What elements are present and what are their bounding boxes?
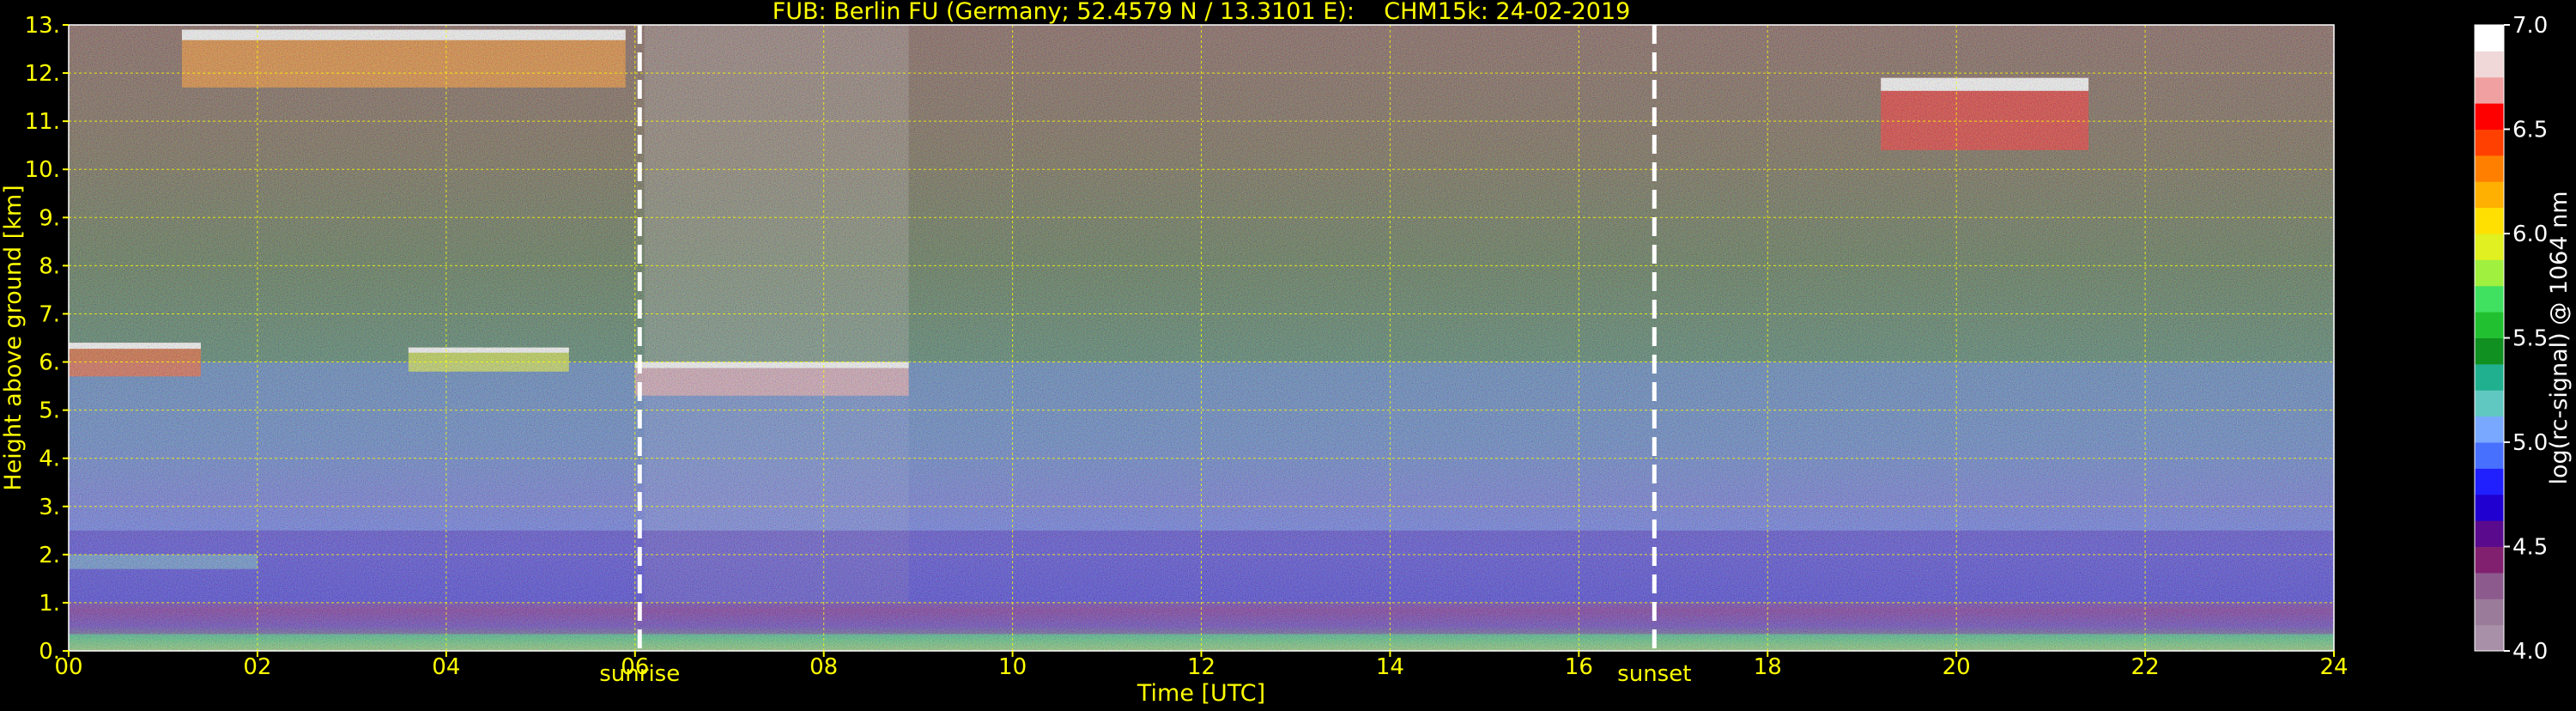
ceilometer-plot: sunrise sunset 00 02 04 06 08 10 12 14 16 18 20 22 24 0…	[0, 0, 2576, 708]
y-tick-label: 5.	[39, 398, 60, 424]
sunset-label: sunset	[1617, 661, 1691, 687]
colorbar-segment	[2475, 520, 2504, 547]
colorbar-label: log(rc-signal) @ 1064 nm	[2546, 191, 2573, 484]
x-tick-label: 18	[1754, 654, 1782, 680]
chart-title: FUB: Berlin FU (Germany; 52.4579 N / 13.…	[773, 0, 1631, 25]
colorbar-segment	[2475, 337, 2504, 365]
colorbar-segment	[2475, 234, 2504, 260]
y-tick-label: 13.	[25, 13, 60, 39]
colorbar-tick-label: 5.5	[2512, 326, 2548, 352]
x-tick-label: 04	[432, 654, 460, 680]
y-tick-label: 9.	[39, 205, 60, 231]
y-tick-label: 4.	[39, 447, 60, 472]
colorbar-segment	[2475, 207, 2504, 234]
colorbar-segment	[2475, 285, 2504, 313]
colorbar-segment	[2475, 442, 2504, 469]
colorbar-segment	[2475, 572, 2504, 599]
y-tick-label: 12.	[25, 61, 60, 87]
colorbar: 4.0 4.5 5.0 5.5 6.0 6.5 7.0 log(rc-signal) @ 10…	[2474, 13, 2573, 665]
x-tick-label: 06	[621, 654, 649, 680]
colorbar-segment	[2475, 390, 2504, 417]
colorbar-segment	[2475, 259, 2504, 287]
colorbar-segment	[2475, 51, 2504, 78]
x-tick-label: 02	[243, 654, 271, 680]
y-tick-label: 10.	[25, 157, 60, 183]
colorbar-segment	[2475, 624, 2504, 652]
y-tick-label: 6.	[39, 350, 60, 376]
colorbar-segment	[2475, 181, 2504, 209]
colorbar-segment	[2475, 76, 2504, 104]
y-tick-label: 3.	[39, 495, 60, 520]
x-axis-label: Time [UTC]	[1136, 680, 1265, 707]
x-tick-label: 16	[1565, 654, 1593, 680]
x-tick-label: 24	[2319, 654, 2348, 680]
y-tick-label: 7.	[39, 301, 60, 327]
y-tick-label: 2.	[39, 543, 60, 568]
colorbar-tick-label: 6.5	[2512, 118, 2548, 143]
x-tick-label: 20	[1943, 654, 1971, 680]
colorbar-segment	[2475, 103, 2504, 130]
colorbar-segment	[2475, 546, 2504, 574]
colorbar-segment	[2475, 468, 2504, 495]
colorbar-segment	[2475, 25, 2504, 52]
y-tick-label: 11.	[25, 109, 60, 135]
colorbar-tick-label: 6.0	[2512, 222, 2548, 247]
colorbar-tick-label: 5.0	[2512, 430, 2548, 456]
x-tick-label: 08	[809, 654, 838, 680]
x-tick-label: 12	[1187, 654, 1215, 680]
colorbar-segment	[2475, 599, 2504, 626]
y-tick-label: 0.	[39, 639, 60, 665]
y-tick-label: 8.	[39, 253, 60, 279]
x-tick-label: 14	[1376, 654, 1404, 680]
colorbar-segment	[2475, 312, 2504, 338]
colorbar-segment	[2475, 129, 2504, 156]
y-axis-label: Height above ground [km]	[0, 185, 27, 490]
colorbar-tick-label: 4.5	[2512, 535, 2548, 561]
colorbar-tick-label: 4.0	[2512, 639, 2548, 665]
chart-svg: sunrise sunset00 02 04 06 08 10 12 14 16 18 20 22 240…	[0, 0, 2573, 707]
x-tick-label: 10	[998, 654, 1027, 680]
colorbar-segment	[2475, 155, 2504, 182]
colorbar-segment	[2475, 494, 2504, 521]
x-tick-label: 22	[2131, 654, 2160, 680]
y-tick-label: 1.	[39, 591, 60, 617]
colorbar-tick-label: 7.0	[2512, 13, 2548, 39]
colorbar-segment	[2475, 416, 2504, 443]
colorbar-segment	[2475, 363, 2504, 391]
